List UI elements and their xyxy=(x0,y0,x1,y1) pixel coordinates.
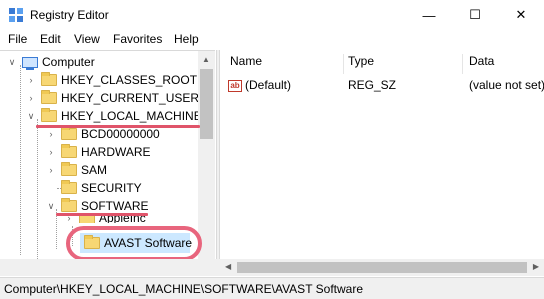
tree-node-label: SECURITY xyxy=(81,181,142,195)
registry-editor-icon xyxy=(9,8,23,22)
folder-icon xyxy=(61,126,77,140)
tree-node-label: HKEY_LOCAL_MACHINE xyxy=(61,109,202,123)
scroll-left-arrow-icon[interactable]: ◀ xyxy=(225,262,231,271)
folder-icon xyxy=(41,72,57,86)
tree-node-label: SOFTWARE xyxy=(81,199,149,213)
tree-guide xyxy=(20,65,21,255)
chevron-down-icon[interactable]: ∨ xyxy=(6,57,18,68)
values-list[interactable]: Name Type Data ab (Default) REG_SZ (value… xyxy=(220,50,544,259)
tree-node-hkcu[interactable]: › HKEY_CURRENT_USER xyxy=(25,89,199,107)
menu-view[interactable]: View xyxy=(74,32,100,46)
scroll-thumb[interactable] xyxy=(200,69,213,139)
title-bar: Registry Editor — ☐ ✕ xyxy=(0,0,544,30)
column-header-name[interactable]: Name xyxy=(230,54,262,74)
tree-node-computer[interactable]: ∨ Computer xyxy=(6,53,95,71)
tree-horizontal-scrollbar[interactable] xyxy=(0,259,220,276)
annotation-underline-software xyxy=(56,213,148,216)
tree-guide xyxy=(37,119,38,259)
folder-icon xyxy=(61,180,77,194)
annotation-circle-avast xyxy=(66,226,202,261)
close-button[interactable]: ✕ xyxy=(498,0,544,30)
folder-icon xyxy=(41,108,57,122)
chevron-right-icon[interactable]: › xyxy=(45,147,57,157)
menu-help[interactable]: Help xyxy=(174,32,199,46)
minimize-button[interactable]: — xyxy=(406,0,452,30)
status-bar: Computer\HKEY_LOCAL_MACHINE\SOFTWARE\AVA… xyxy=(0,277,544,299)
window-title: Registry Editor xyxy=(30,8,109,22)
tree-node-hklm[interactable]: ∨ HKEY_LOCAL_MACHINE xyxy=(25,107,202,125)
value-name: (Default) xyxy=(245,78,292,92)
scroll-right-arrow-icon[interactable]: ▶ xyxy=(533,262,539,271)
list-row[interactable]: ab (Default) xyxy=(228,78,291,96)
current-key-path: Computer\HKEY_LOCAL_MACHINE\SOFTWARE\AVA… xyxy=(4,282,363,296)
chevron-right-icon[interactable]: › xyxy=(45,129,57,139)
menu-file[interactable]: File xyxy=(8,32,27,46)
column-separator[interactable] xyxy=(343,54,344,74)
tree-node-sam[interactable]: › SAM xyxy=(45,161,107,179)
chevron-right-icon[interactable]: › xyxy=(25,75,37,85)
chevron-right-icon[interactable]: › xyxy=(45,165,57,175)
tree-node-label: BCD00000000 xyxy=(81,127,160,141)
string-value-icon: ab xyxy=(228,79,242,92)
maximize-button[interactable]: ☐ xyxy=(452,0,498,30)
tree-node-label: HARDWARE xyxy=(81,145,151,159)
value-data: (value not set) xyxy=(469,78,544,92)
annotation-underline-hklm xyxy=(36,125,200,128)
chevron-right-icon[interactable]: › xyxy=(25,93,37,103)
tree-node-hardware[interactable]: › HARDWARE xyxy=(45,143,151,161)
folder-icon xyxy=(61,198,77,212)
tree-node-label: HKEY_CURRENT_USER xyxy=(61,91,200,105)
tree-node-label: Computer xyxy=(42,55,95,69)
tree-node-label: SAM xyxy=(81,163,108,177)
chevron-down-icon[interactable]: ∨ xyxy=(25,111,37,122)
computer-icon xyxy=(22,56,38,70)
menu-favorites[interactable]: Favorites xyxy=(113,32,162,46)
value-type: REG_SZ xyxy=(348,78,397,92)
folder-icon xyxy=(61,144,77,158)
scroll-thumb[interactable] xyxy=(237,262,527,273)
column-header-type[interactable]: Type xyxy=(348,54,374,74)
folder-icon xyxy=(61,162,77,176)
column-header-data[interactable]: Data xyxy=(469,54,494,74)
menu-bar: File Edit View Favorites Help xyxy=(0,31,544,49)
menu-edit[interactable]: Edit xyxy=(40,32,61,46)
list-horizontal-scrollbar[interactable]: ◀ ▶ xyxy=(220,259,544,276)
tree-node-hkcr[interactable]: › HKEY_CLASSES_ROOT xyxy=(25,71,197,89)
tree-vertical-scrollbar[interactable]: ▲ xyxy=(198,51,215,259)
tree-node-security[interactable]: SECURITY xyxy=(61,179,142,197)
scroll-up-arrow-icon[interactable]: ▲ xyxy=(202,55,210,64)
tree-node-label: HKEY_CLASSES_ROOT xyxy=(61,73,198,87)
folder-icon xyxy=(41,90,57,104)
column-separator[interactable] xyxy=(462,54,463,74)
chevron-down-icon[interactable]: ∨ xyxy=(45,201,57,212)
